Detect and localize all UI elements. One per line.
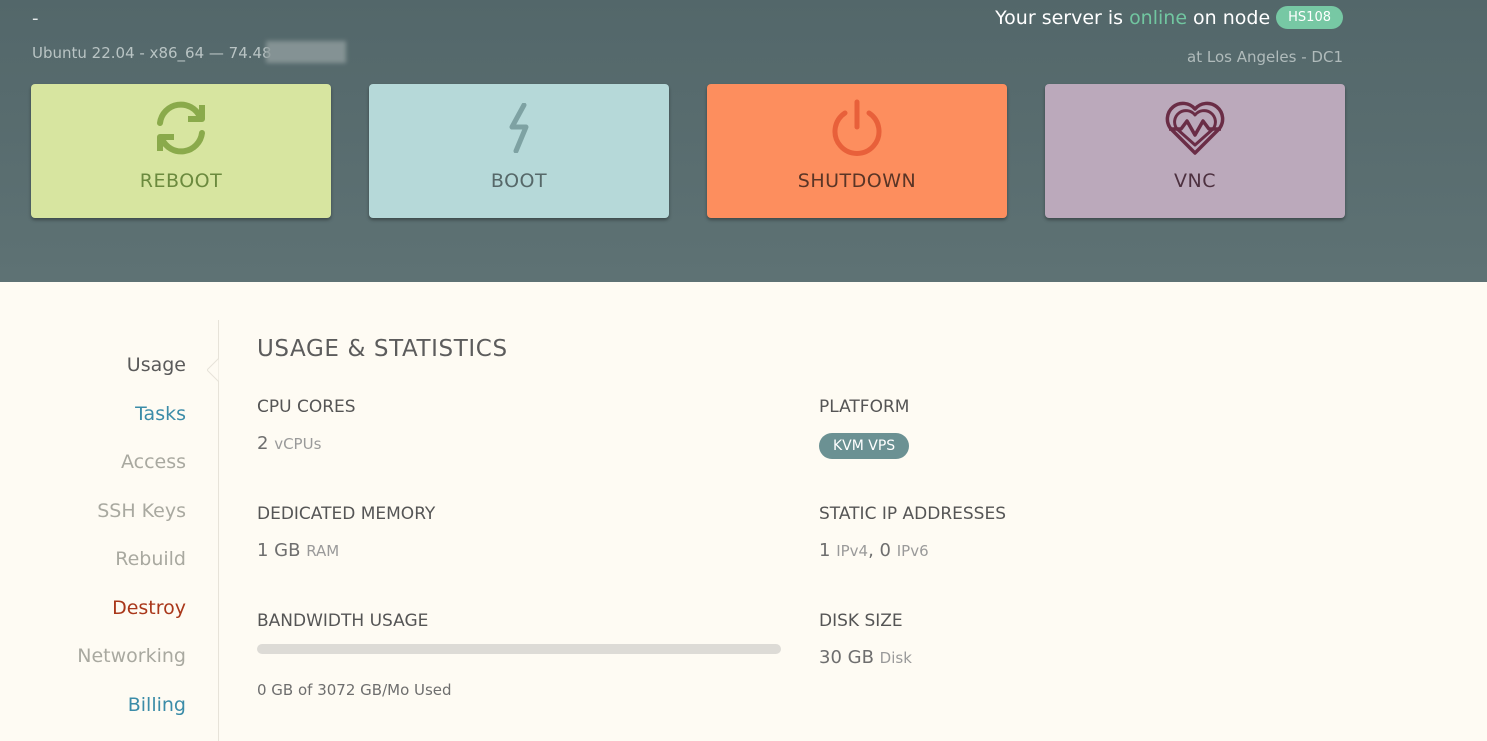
bandwidth-label: BANDWIDTH USAGE — [257, 611, 429, 631]
boot-button[interactable]: BOOT — [369, 84, 669, 218]
status-value: online — [1129, 6, 1188, 29]
memory-unit: RAM — [306, 542, 340, 560]
ip-redaction — [265, 41, 346, 63]
status-suffix: on node — [1193, 6, 1271, 29]
memory-amount: 1 GB — [257, 540, 301, 561]
disk-unit: Disk — [879, 649, 912, 667]
nav-ssh-keys[interactable]: SSH Keys — [97, 500, 186, 522]
cpu-unit: vCPUs — [274, 435, 322, 453]
power-actions: REBOOT BOOT SHUTDOWN VNC — [31, 84, 1383, 218]
os-info-text: Ubuntu 22.04 - x86_64 — 74.48 — [32, 44, 272, 62]
ip-separator: , — [868, 540, 874, 561]
nav-tasks[interactable]: Tasks — [135, 403, 186, 425]
heart-pulse-icon — [1163, 98, 1227, 158]
disk-label: DISK SIZE — [819, 611, 903, 631]
nav-access[interactable]: Access — [121, 451, 186, 473]
server-nav: Usage Tasks Access SSH Keys Rebuild Dest… — [0, 320, 219, 741]
reboot-label: REBOOT — [139, 170, 223, 192]
bandwidth-text: 0 GB of 3072 GB/Mo Used — [257, 681, 452, 699]
reboot-button[interactable]: REBOOT — [31, 84, 331, 218]
platform-badge: KVM VPS — [819, 433, 910, 459]
cpu-count: 2 — [257, 433, 269, 454]
nav-billing[interactable]: Billing — [128, 694, 186, 716]
active-indicator — [207, 358, 219, 382]
nav-usage[interactable]: Usage — [127, 354, 186, 376]
section-title: USAGE & STATISTICS — [257, 336, 508, 362]
server-status: Your server is online on node HS108 — [995, 6, 1343, 29]
lightning-icon — [504, 98, 534, 158]
bandwidth-progress — [257, 644, 781, 654]
nav-networking[interactable]: Networking — [77, 645, 186, 667]
nav-destroy[interactable]: Destroy — [112, 597, 186, 619]
ip-label: STATIC IP ADDRESSES — [819, 504, 1006, 524]
node-badge: HS108 — [1276, 6, 1343, 29]
ip-value: 1 IPv4, 0 IPv6 — [819, 540, 929, 561]
ipv4-count: 1 — [819, 540, 831, 561]
cpu-label: CPU CORES — [257, 397, 356, 417]
disk-amount: 30 GB — [819, 647, 874, 668]
server-name: - — [32, 8, 39, 29]
platform-label: PLATFORM — [819, 397, 910, 417]
vnc-button[interactable]: VNC — [1045, 84, 1345, 218]
shutdown-label: SHUTDOWN — [797, 170, 917, 192]
ipv4-unit: IPv4 — [836, 542, 869, 560]
memory-label: DEDICATED MEMORY — [257, 504, 436, 524]
nav-rebuild[interactable]: Rebuild — [115, 548, 186, 570]
ipv6-count: 0 — [879, 540, 891, 561]
boot-label: BOOT — [490, 170, 548, 192]
vnc-label: VNC — [1174, 170, 1216, 192]
server-header: - Ubuntu 22.04 - x86_64 — 74.48 Your ser… — [0, 0, 1487, 282]
shutdown-button[interactable]: SHUTDOWN — [707, 84, 1007, 218]
disk-value: 30 GB Disk — [819, 647, 912, 668]
refresh-icon — [150, 98, 212, 158]
memory-value: 1 GB RAM — [257, 540, 339, 561]
os-info: Ubuntu 22.04 - x86_64 — 74.48 — [32, 41, 346, 63]
ipv6-unit: IPv6 — [896, 542, 929, 560]
cpu-value: 2 vCPUs — [257, 433, 321, 454]
server-location: at Los Angeles - DC1 — [1187, 48, 1343, 66]
status-prefix: Your server is — [995, 6, 1124, 29]
power-icon — [829, 98, 885, 158]
